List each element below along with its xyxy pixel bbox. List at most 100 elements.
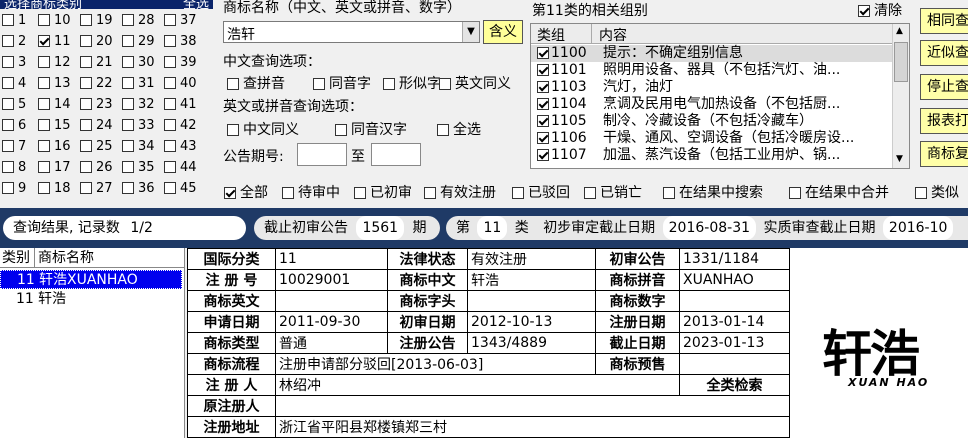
class-checkbox-41[interactable]: 41: [164, 95, 197, 115]
class-checkbox-34[interactable]: 34: [122, 137, 155, 157]
scroll-down-icon[interactable]: ▼: [896, 154, 903, 164]
class-checkbox-10[interactable]: 10: [38, 11, 71, 31]
group-row[interactable]: 1104 烹调及民用电气加热设备（不包括厨...: [531, 96, 893, 113]
class-checkbox-24[interactable]: 24: [80, 116, 113, 136]
gazette-to-input[interactable]: [371, 143, 421, 166]
class-checkbox-40[interactable]: 40: [164, 74, 197, 94]
en-option-1[interactable]: 同音汉字: [335, 119, 407, 139]
class-checkbox-14[interactable]: 14: [38, 95, 71, 115]
class-checkbox-3[interactable]: 3: [2, 53, 26, 73]
trademark-review-button[interactable]: 商标复: [920, 141, 968, 167]
group-row[interactable]: 1101 照明用设备、器具（不包括汽灯、油...: [531, 62, 893, 79]
same-search-button[interactable]: 相同查: [920, 8, 968, 34]
class-checkbox-33[interactable]: 33: [122, 116, 155, 136]
class-checkbox-13[interactable]: 13: [38, 74, 71, 94]
head-label: 商标字头: [387, 290, 468, 312]
class-checkbox-31[interactable]: 31: [122, 74, 155, 94]
pinyin-value: XUANHAO: [679, 269, 790, 291]
class-checkbox-42[interactable]: 42: [164, 116, 197, 136]
class-checkbox-21[interactable]: 21: [80, 53, 113, 73]
clear-checkbox[interactable]: 清除: [858, 0, 902, 20]
col-name: 商标名称: [38, 250, 94, 266]
class-checkbox-1[interactable]: 1: [2, 11, 26, 31]
filter-prelim[interactable]: 已初审: [354, 182, 412, 202]
cn-option-1[interactable]: 同音字: [313, 73, 371, 93]
filter-similar[interactable]: 类似: [915, 182, 959, 202]
en-option-0[interactable]: 中文同义: [227, 119, 299, 139]
class-checkbox-29[interactable]: 29: [122, 32, 155, 52]
group-row[interactable]: 1103 汽灯，油灯: [531, 79, 893, 96]
group-row[interactable]: 1107 加温、蒸汽设备（包括工业用炉、锅...: [531, 147, 893, 164]
select-all-label[interactable]: 全选: [183, 0, 209, 9]
class-checkbox-25[interactable]: 25: [80, 137, 113, 157]
cn-option-0[interactable]: 查拼音: [227, 73, 285, 93]
class-checkbox-7[interactable]: 7: [2, 137, 26, 157]
filter-rejected[interactable]: 已驳回: [512, 182, 570, 202]
meaning-button[interactable]: 含义: [483, 20, 523, 44]
legal-status-value: 有效注册: [467, 248, 596, 270]
class-checkbox-17[interactable]: 17: [38, 158, 71, 178]
class-checkbox-35[interactable]: 35: [122, 158, 155, 178]
name-combo[interactable]: 浩轩 ▼: [223, 21, 480, 43]
all-class-search-button[interactable]: 全类检索: [679, 374, 790, 396]
class-checkbox-6[interactable]: 6: [2, 116, 26, 136]
scroll-up-icon[interactable]: ▲: [896, 26, 903, 36]
report-print-button[interactable]: 报表打: [920, 108, 968, 134]
en-value: [275, 290, 388, 312]
stop-search-button[interactable]: 停止查: [920, 74, 968, 100]
class-checkbox-37[interactable]: 37: [164, 11, 197, 31]
detail-table: 国际分类 11 法律状态 有效注册 初审公告 1331/1184 注 册 号 1…: [187, 248, 790, 438]
cn-options-label: 中文查询选项：: [223, 54, 321, 70]
class-checkbox-22[interactable]: 22: [80, 74, 113, 94]
registrant-value: 林绍冲: [275, 374, 680, 396]
group-row[interactable]: 1100 提示：不确定组别信息: [531, 45, 893, 62]
class-checkbox-39[interactable]: 39: [164, 53, 197, 73]
class-checkbox-38[interactable]: 38: [164, 32, 197, 52]
class-checkbox-30[interactable]: 30: [122, 53, 155, 73]
cn-option-3[interactable]: 英文同义: [439, 73, 511, 93]
en-option-2[interactable]: 全选: [437, 119, 481, 139]
group-row[interactable]: 1105 制冷、冷藏设备（不包括冷藏车）: [531, 113, 893, 130]
filter-merge-in-results[interactable]: 在结果中合并: [789, 182, 889, 202]
class-checkbox-12[interactable]: 12: [38, 53, 71, 73]
class-checkbox-44[interactable]: 44: [164, 158, 197, 178]
filter-expired[interactable]: 已销亡: [584, 182, 642, 202]
class-checkbox-20[interactable]: 20: [80, 32, 113, 52]
result-row[interactable]: 11 轩浩XUANHAO: [0, 270, 182, 289]
group-list[interactable]: 类组 内容 1100 提示：不确定组别信息 1101 照明用设备、器具（不包括汽灯、油…: [530, 23, 910, 169]
gazette-from-input[interactable]: [297, 143, 347, 166]
col-group: 类组: [537, 28, 565, 44]
result-row[interactable]: 11 轩浩: [0, 290, 182, 309]
result-list[interactable]: 类别 商标名称 11 轩浩XUANHAO 11 轩浩: [0, 248, 185, 438]
cutoff-unit: 期: [412, 220, 427, 236]
class-checkbox-15[interactable]: 15: [38, 116, 71, 136]
class-checkbox-32[interactable]: 32: [122, 95, 155, 115]
similar-search-button[interactable]: 近似查: [920, 40, 968, 66]
filter-search-in-results[interactable]: 在结果中搜索: [663, 182, 763, 202]
class-checkbox-2[interactable]: 2: [2, 32, 26, 52]
class-checkbox-11[interactable]: 11: [38, 32, 71, 52]
class-checkbox-5[interactable]: 5: [2, 95, 26, 115]
head-value: [467, 290, 596, 312]
class-checkbox-4[interactable]: 4: [2, 74, 26, 94]
cn-option-2[interactable]: 形似字: [383, 73, 441, 93]
group-row[interactable]: 1106 干燥、通风、空调设备（包括冷暖房设...: [531, 130, 893, 147]
reg-gazette-label: 注册公告: [387, 332, 468, 354]
date-pill: 第 11 类 初步审定截止日期 2016-08-31 实质审查截止日期 2016…: [446, 216, 968, 240]
dropdown-arrow-icon[interactable]: ▼: [462, 22, 479, 42]
reg-date-label: 注册日期: [595, 311, 680, 333]
class-checkbox-43[interactable]: 43: [164, 137, 197, 157]
group-scrollbar[interactable]: ▲ ▼: [892, 24, 909, 168]
class-checkbox-23[interactable]: 23: [80, 95, 113, 115]
class-checkbox-26[interactable]: 26: [80, 158, 113, 178]
filter-all[interactable]: 全部: [224, 182, 268, 202]
filter-valid[interactable]: 有效注册: [424, 182, 496, 202]
filter-pending[interactable]: 待审中: [282, 182, 340, 202]
class-checkbox-28[interactable]: 28: [122, 11, 155, 31]
class-checkbox-19[interactable]: 19: [80, 11, 113, 31]
class-checkbox-8[interactable]: 8: [2, 158, 26, 178]
class-checkbox-16[interactable]: 16: [38, 137, 71, 157]
reg-no-label: 注 册 号: [187, 269, 276, 291]
scroll-thumb[interactable]: [894, 42, 908, 82]
reg-no-value: 10029001: [275, 269, 388, 291]
